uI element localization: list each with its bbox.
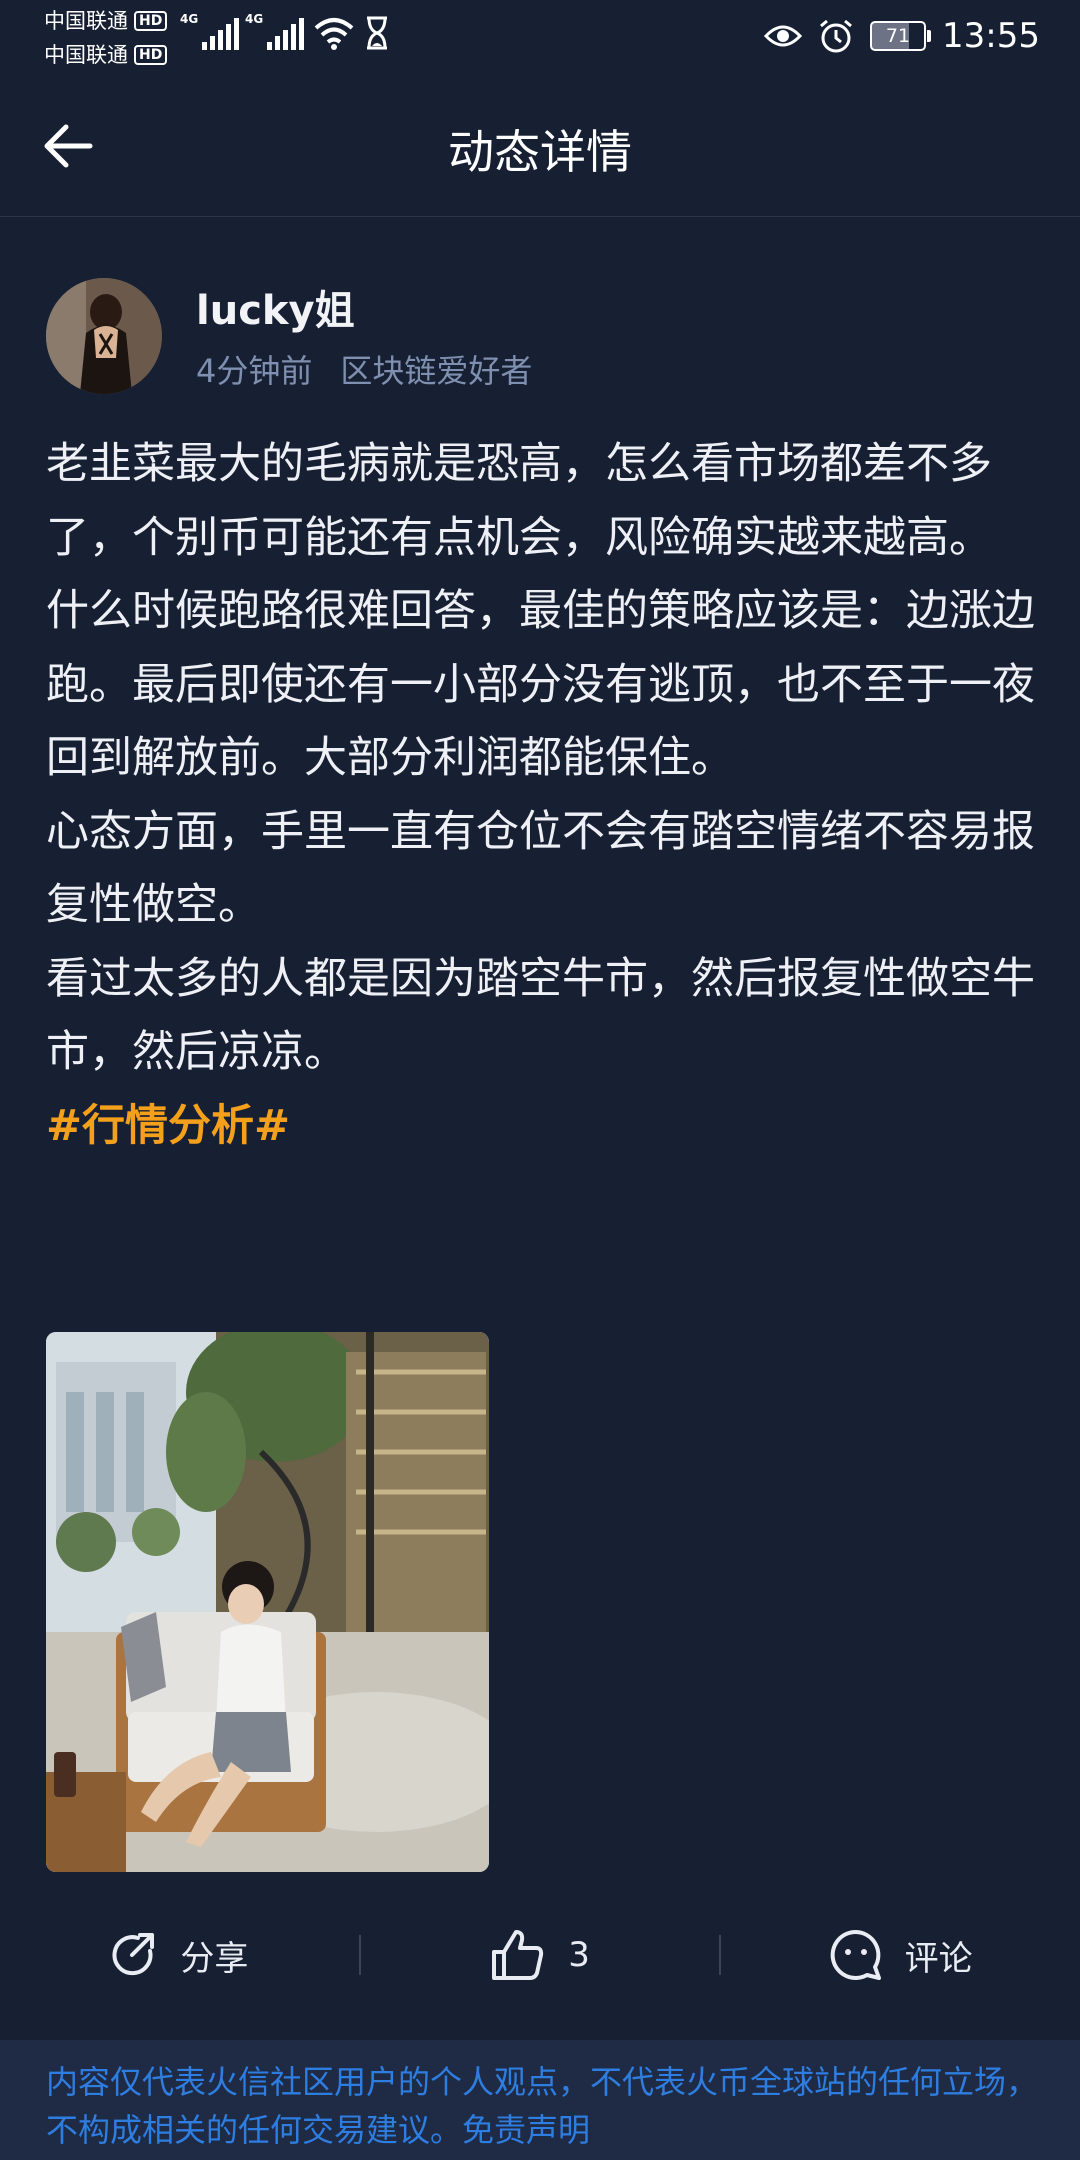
share-label: 分享 bbox=[180, 1938, 249, 1979]
like-button[interactable]: 3 bbox=[361, 1900, 720, 2010]
network-type-2: 4G bbox=[245, 12, 264, 26]
hd-badge-1: HD bbox=[134, 11, 168, 31]
alarm-clock-icon bbox=[820, 19, 852, 53]
avatar[interactable] bbox=[46, 278, 162, 394]
post-paragraph: 老韭菜最大的毛病就是恐高，怎么看市场都差不多了，个别币可能还有点机会，风险确实越… bbox=[46, 439, 992, 563]
signal-indicators: 4G 4G bbox=[180, 12, 390, 50]
signal-strength-icon-1: 4G bbox=[180, 12, 239, 50]
signal-strength-icon-2: 4G bbox=[245, 12, 304, 50]
status-right: 71 13:55 bbox=[764, 12, 1040, 60]
comment-icon bbox=[830, 1929, 881, 1980]
post-paragraph: 什么时候跑路很难回答，最佳的策略应该是：边涨边跑。最后即使还有一小部分没有逃顶，… bbox=[46, 586, 1035, 783]
author-meta: 4分钟前 区块链爱好者 bbox=[196, 346, 532, 392]
page-title: 动态详情 bbox=[448, 125, 632, 179]
post-body: 老韭菜最大的毛病就是恐高，怎么看市场都差不多了，个别币可能还有点机会，风险确实越… bbox=[46, 428, 1046, 1163]
post-paragraph: 心态方面，手里一直有仓位不会有踏空情绪不容易报复性做空。 bbox=[46, 806, 1035, 931]
post-time: 4分钟前 bbox=[196, 352, 313, 390]
battery-icon: 71 bbox=[870, 21, 932, 51]
network-type-1: 4G bbox=[180, 12, 199, 26]
wifi-icon bbox=[314, 18, 354, 50]
status-bar: 中国联通 HD 中国联通 HD 4G 4G 71 13:55 bbox=[0, 0, 1080, 76]
like-count: 3 bbox=[568, 1935, 590, 1975]
author-tag: 区块链爱好者 bbox=[340, 352, 533, 390]
eye-icon bbox=[764, 25, 803, 47]
share-icon bbox=[112, 1933, 155, 1976]
nav-header: 动态详情 bbox=[0, 76, 1080, 217]
comment-button[interactable]: 评论 bbox=[721, 1900, 1080, 2010]
carrier-1-label: 中国联通 bbox=[44, 9, 128, 33]
post-author: lucky姐 4分钟前 区块链爱好者 bbox=[46, 278, 1026, 398]
comment-label: 评论 bbox=[904, 1938, 973, 1979]
thumbs-up-icon bbox=[492, 1930, 544, 1980]
clock: 13:55 bbox=[942, 16, 1040, 56]
share-button[interactable]: 分享 bbox=[0, 1900, 359, 2010]
post-photo bbox=[46, 1332, 489, 1872]
author-name[interactable]: lucky姐 bbox=[196, 278, 355, 336]
hd-badge-2: HD bbox=[134, 45, 168, 65]
post-image[interactable] bbox=[46, 1332, 489, 1872]
hourglass-icon bbox=[367, 16, 387, 50]
post-paragraph: 看过太多的人都是因为踏空牛市，然后报复性做空牛市，然后凉凉。 bbox=[46, 953, 1035, 1078]
battery-level: 71 bbox=[885, 25, 911, 47]
carrier-2-label: 中国联通 bbox=[44, 43, 128, 67]
disclaimer-banner: 内容仅代表火信社区用户的个人观点，不代表火币全球站的任何立场，不构成相关的任何交… bbox=[0, 2040, 1080, 2160]
carrier-2: 中国联通 HD bbox=[44, 42, 168, 68]
avatar-image bbox=[46, 278, 162, 394]
carrier-1: 中国联通 HD bbox=[44, 8, 168, 34]
disclaimer-text[interactable]: 内容仅代表火信社区用户的个人观点，不代表火币全球站的任何立场，不构成相关的任何交… bbox=[46, 2058, 1046, 2154]
screen: 中国联通 HD 中国联通 HD 4G 4G 71 13:55 动态详情 luck… bbox=[0, 0, 1080, 2160]
hashtag-link[interactable]: #行情分析# bbox=[46, 1090, 1046, 1164]
post-action-bar: 分享 3 评论 bbox=[0, 1900, 1080, 2010]
